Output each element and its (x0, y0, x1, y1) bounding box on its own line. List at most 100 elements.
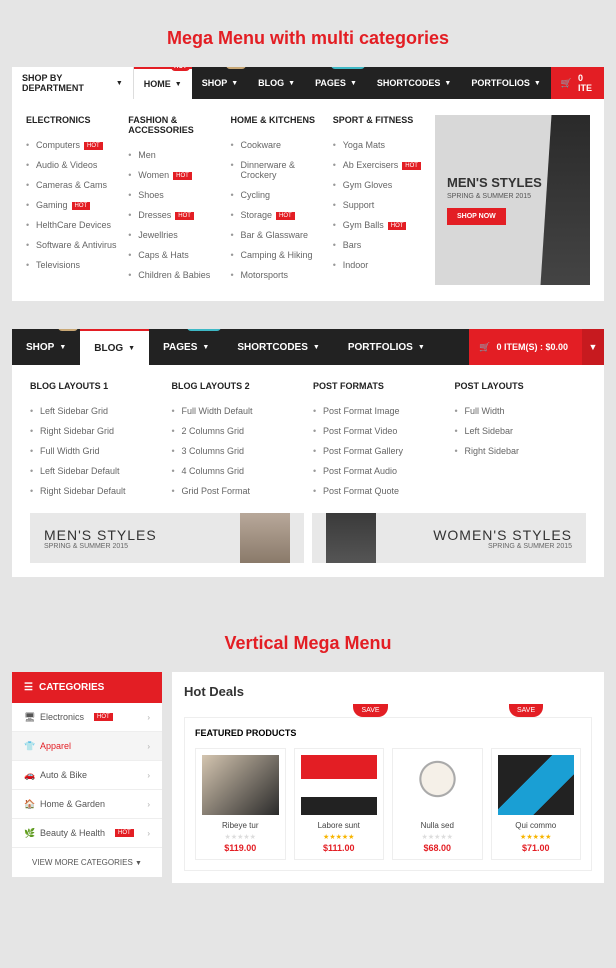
nav2-blog[interactable]: BLOG▼ (80, 329, 149, 365)
menu-link[interactable]: 2 Columns Grid (172, 421, 304, 441)
menu-link[interactable]: Indoor (333, 255, 425, 275)
menu-link[interactable]: Motorsports (231, 265, 323, 285)
menu-link[interactable]: Left Sidebar (455, 421, 587, 441)
cart-button[interactable]: 🛒0 ITE (551, 67, 604, 99)
category-icon: 🏠 (24, 799, 34, 809)
nav-pages[interactable]: PAGES▼FEATURE (305, 67, 367, 99)
product-image (301, 755, 378, 815)
menu-link[interactable]: Ab ExercisersHOT (333, 155, 425, 175)
product-card[interactable]: Labore sunt★★★★★$111.00 (294, 748, 385, 860)
menu-link[interactable]: Televisions (26, 255, 118, 275)
menu-link[interactable]: Jewellries (128, 225, 220, 245)
menu-link[interactable]: Right Sidebar Grid (30, 421, 162, 441)
category-sidebar: ☰CATEGORIES 🖥ElectronicsHOT›👕Apparel›🚗Au… (12, 672, 162, 877)
mega-dropdown-1: ELECTRONICSComputersHOTAudio & VideosCam… (12, 99, 604, 301)
nav-shop[interactable]: SHOP▼NEW (192, 67, 248, 99)
product-card[interactable]: Qui commo★★★★★$71.00 (491, 748, 582, 860)
menu-link[interactable]: Audio & Videos (26, 155, 118, 175)
menu-link[interactable]: Post Format Audio (313, 461, 445, 481)
menu-link[interactable]: Children & Babies (128, 265, 220, 285)
menu-link[interactable]: GamingHOT (26, 195, 118, 215)
menu-link[interactable]: Cookware (231, 135, 323, 155)
col-header: POST LAYOUTS (455, 381, 587, 391)
mega-menu-panel-1: SHOP BY DEPARTMENT▼ HOME▼HOT SHOP▼NEW BL… (12, 67, 604, 301)
sidebar-category[interactable]: 👕Apparel› (12, 732, 162, 761)
nav2-shortcodes[interactable]: SHORTCODES▼ (223, 329, 334, 365)
col-header: SPORT & FITNESS (333, 115, 425, 125)
star-rating: ★★★★★ (399, 833, 476, 841)
promo-title: MEN'S STYLES (447, 175, 578, 190)
shop-now-button[interactable]: SHOP NOW (447, 208, 506, 225)
category-icon: 👕 (24, 741, 34, 751)
nav-home[interactable]: HOME▼HOT (134, 67, 192, 99)
sidebar-category[interactable]: 🏠Home & Garden› (12, 790, 162, 819)
menu-link[interactable]: Full Width Default (172, 401, 304, 421)
sidebar-category[interactable]: 🚗Auto & Bike› (12, 761, 162, 790)
col-header: ELECTRONICS (26, 115, 118, 125)
menu-link[interactable]: Full Width (455, 401, 587, 421)
nav-portfolios[interactable]: PORTFOLIOS▼ (461, 67, 550, 99)
menu-link[interactable]: Right Sidebar Default (30, 481, 162, 501)
menu-link[interactable]: Support (333, 195, 425, 215)
save-badge: SAVE (353, 704, 387, 717)
shop-by-department[interactable]: SHOP BY DEPARTMENT▼ (12, 67, 134, 99)
sidebar-category[interactable]: 🌿Beauty & HealthHOT› (12, 819, 162, 848)
menu-link[interactable]: Yoga Mats (333, 135, 425, 155)
menu-link[interactable]: DressesHOT (128, 205, 220, 225)
col-header: HOME & KITCHENS (231, 115, 323, 125)
sidebar-category[interactable]: 🖥ElectronicsHOT› (12, 703, 162, 732)
menu-link[interactable]: Grid Post Format (172, 481, 304, 501)
menu-link[interactable]: Caps & Hats (128, 245, 220, 265)
menu-link[interactable]: Post Format Image (313, 401, 445, 421)
menu-link[interactable]: Left Sidebar Default (30, 461, 162, 481)
menu-link[interactable]: Dinnerware & Crockery (231, 155, 323, 185)
menu-link[interactable]: Cycling (231, 185, 323, 205)
chevron-down-icon[interactable]: ▼ (582, 329, 604, 365)
star-rating: ★★★★★ (202, 833, 279, 841)
chevron-right-icon: › (147, 713, 150, 722)
product-card[interactable]: Ribeye tur★★★★★$119.00 (195, 748, 286, 860)
view-more-categories[interactable]: VIEW MORE CATEGORIES ▼ (12, 848, 162, 877)
menu-link[interactable]: WomenHOT (128, 165, 220, 185)
cart-button-2[interactable]: 🛒0 ITEM(S) : $0.00▼ (469, 329, 604, 365)
menu-link[interactable]: 4 Columns Grid (172, 461, 304, 481)
menu-link[interactable]: Right Sidebar (455, 441, 587, 461)
menu-link[interactable]: Shoes (128, 185, 220, 205)
nav2-shop[interactable]: SHOP▼NEW (12, 329, 80, 365)
hot-tag: HOT (84, 142, 103, 150)
menu-link[interactable]: Gym BallsHOT (333, 215, 425, 235)
menu-link[interactable]: Left Sidebar Grid (30, 401, 162, 421)
menu-link[interactable]: Post Format Video (313, 421, 445, 441)
promo-banner[interactable]: MEN'S STYLES SPRING & SUMMER 2015 SHOP N… (435, 115, 590, 285)
hot-tag: HOT (173, 172, 192, 180)
menu-link[interactable]: Bars (333, 235, 425, 255)
hot-tag: HOT (115, 829, 134, 837)
womens-banner[interactable]: WOMEN'S STYLESSPRING & SUMMER 2015 (312, 513, 586, 563)
menu-link[interactable]: StorageHOT (231, 205, 323, 225)
nav-shortcodes[interactable]: SHORTCODES▼ (367, 67, 461, 99)
menu-link[interactable]: Camping & Hiking (231, 245, 323, 265)
menu-link[interactable]: 3 Columns Grid (172, 441, 304, 461)
chevron-right-icon: › (147, 800, 150, 809)
hot-tag: HOT (175, 212, 194, 220)
product-price: $68.00 (399, 843, 476, 853)
nav-blog[interactable]: BLOG▼ (248, 67, 305, 99)
main-content: Hot Deals SAVE SAVE FEATURED PRODUCTS Ri… (172, 672, 604, 883)
menu-link[interactable]: HelthCare Devices (26, 215, 118, 235)
nav2-portfolios[interactable]: PORTFOLIOS▼ (334, 329, 439, 365)
menu-link[interactable]: Software & Antivirus (26, 235, 118, 255)
category-icon: 🖥 (24, 712, 34, 722)
menu-link[interactable]: Gym Gloves (333, 175, 425, 195)
featured-products-box: FEATURED PRODUCTS Ribeye tur★★★★★$119.00… (184, 717, 592, 871)
menu-link[interactable]: Post Format Gallery (313, 441, 445, 461)
menu-link[interactable]: Cameras & Cams (26, 175, 118, 195)
mens-banner[interactable]: MEN'S STYLESSPRING & SUMMER 2015 (30, 513, 304, 563)
menu-link[interactable]: Post Format Quote (313, 481, 445, 501)
menu-link[interactable]: Full Width Grid (30, 441, 162, 461)
feature-badge: FEATURE (331, 67, 365, 69)
nav2-pages[interactable]: PAGES▼FEATURE (149, 329, 223, 365)
menu-link[interactable]: Men (128, 145, 220, 165)
menu-link[interactable]: ComputersHOT (26, 135, 118, 155)
menu-link[interactable]: Bar & Glassware (231, 225, 323, 245)
product-card[interactable]: Nulla sed★★★★★$68.00 (392, 748, 483, 860)
